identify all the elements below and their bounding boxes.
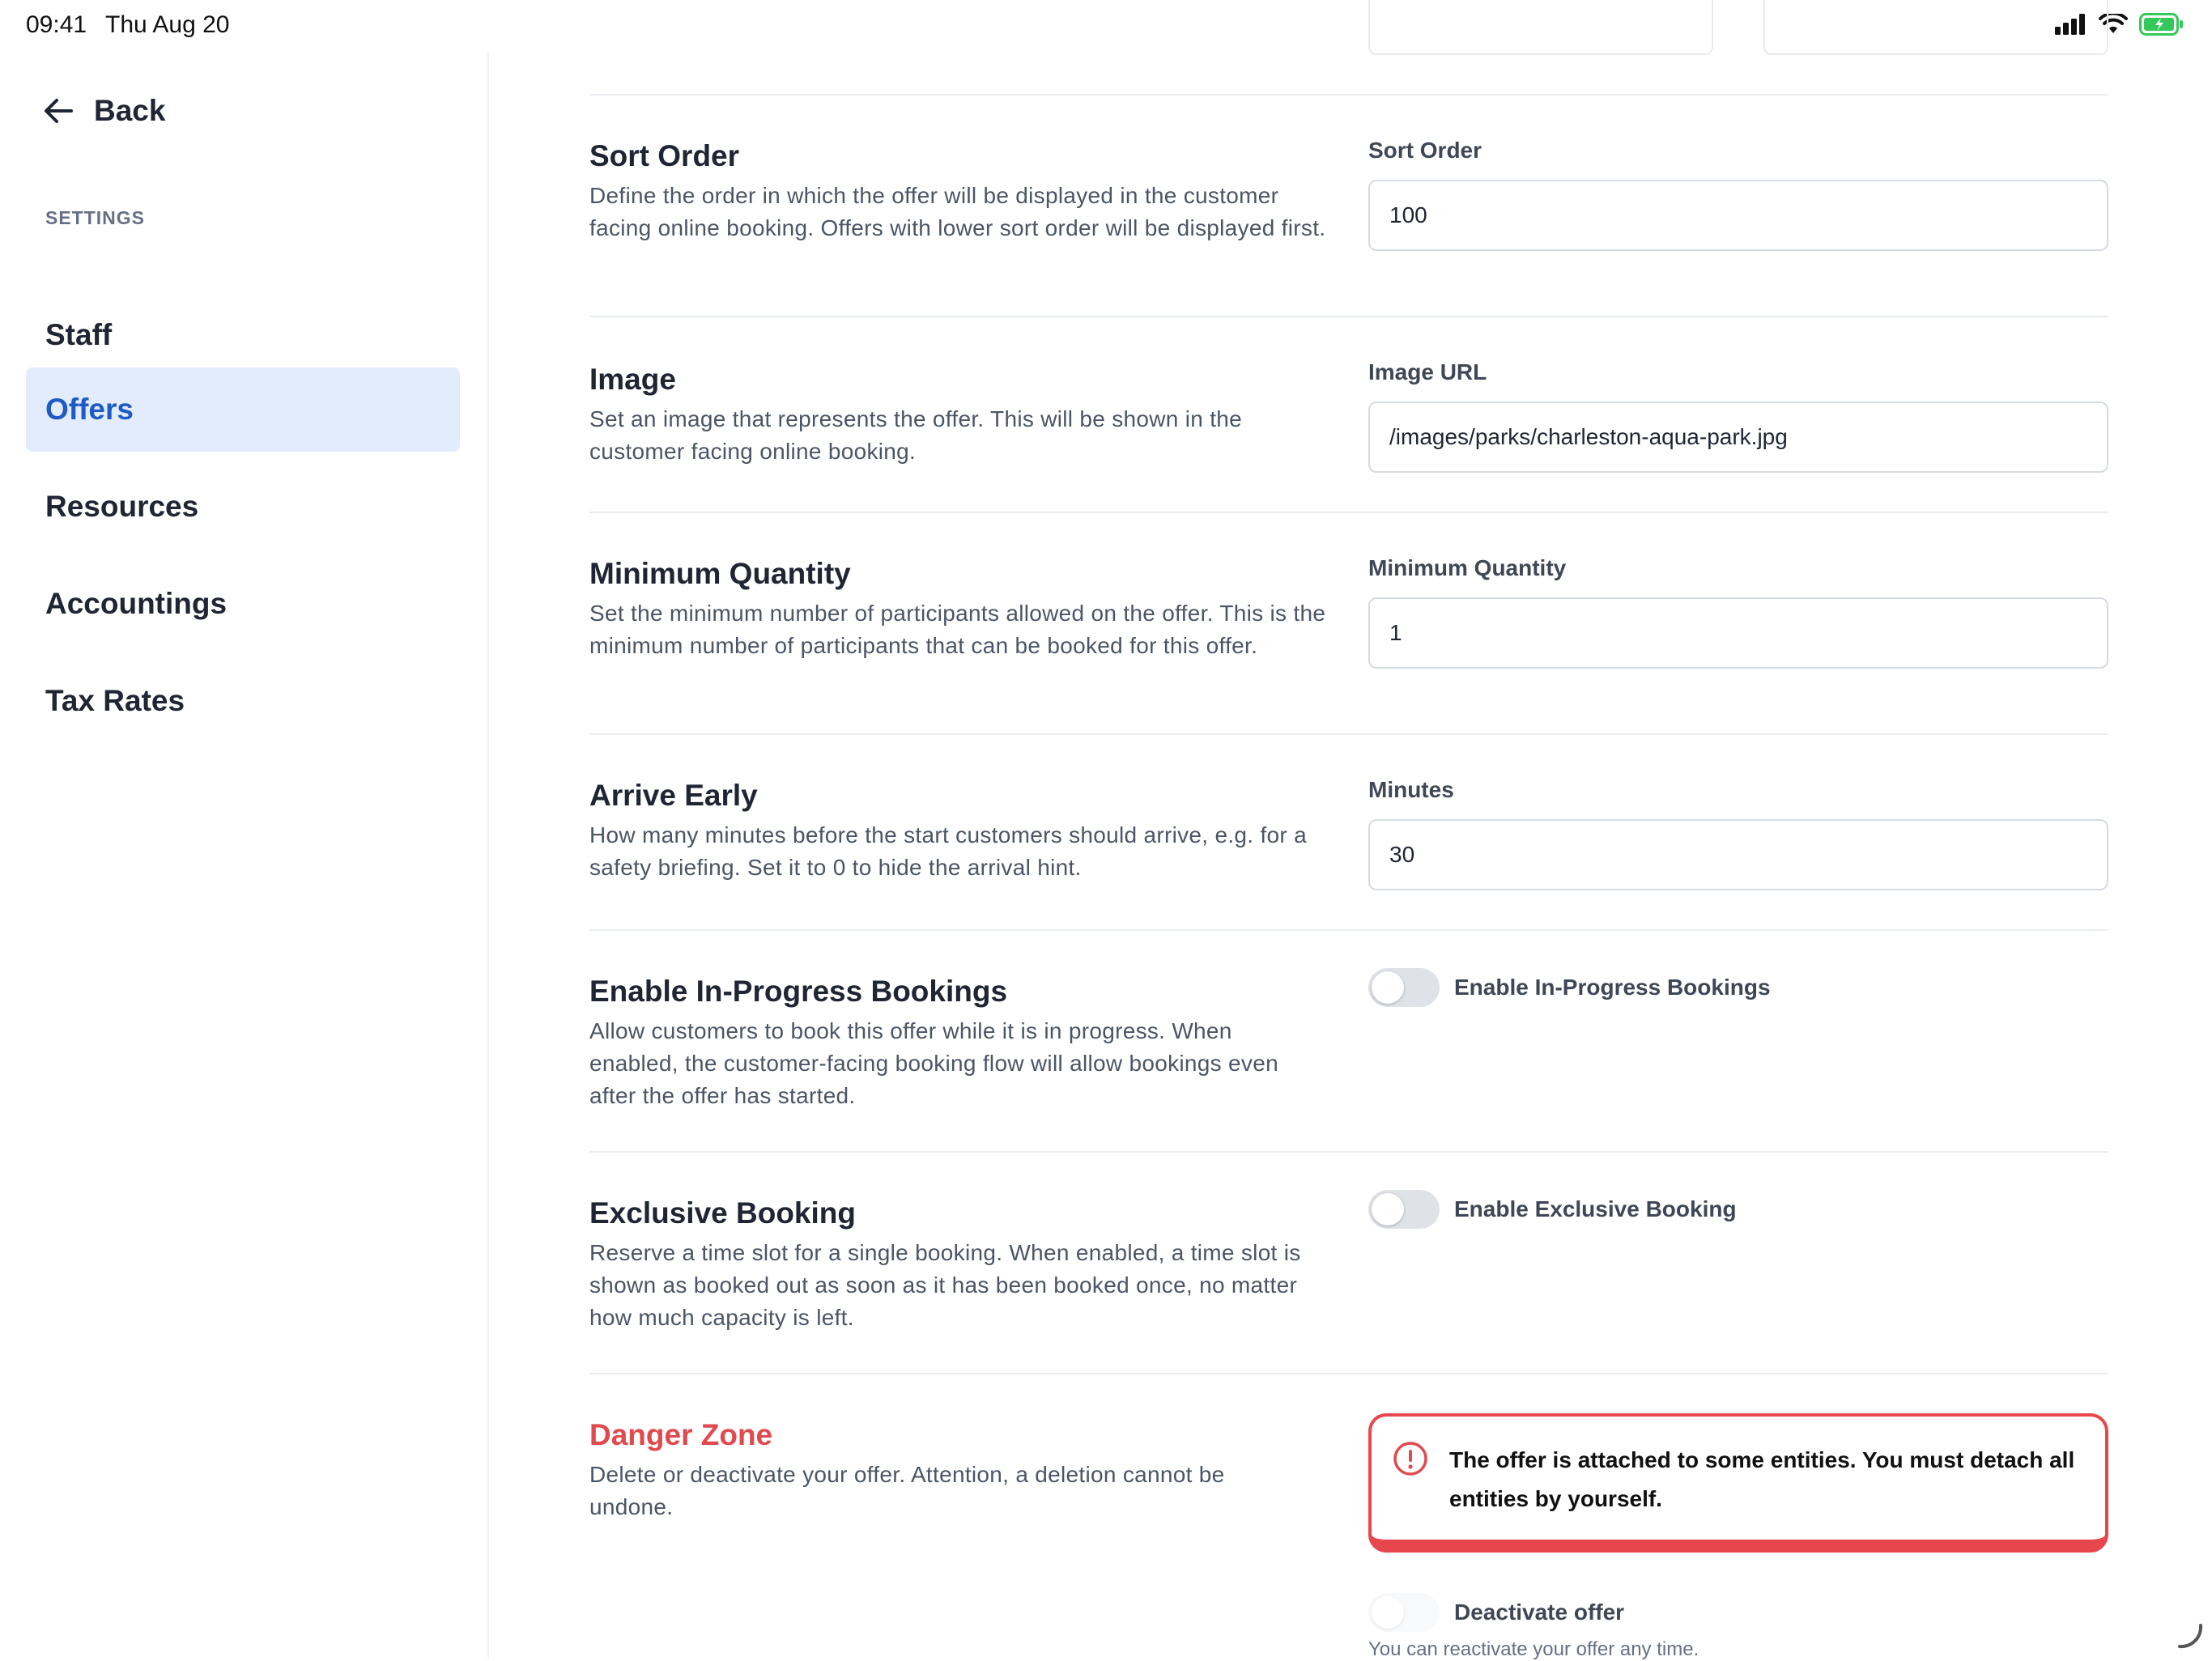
section-divider bbox=[589, 733, 2108, 735]
in-progress-bookings-toggle-row: Enable In-Progress Bookings bbox=[1368, 968, 1771, 1007]
in-progress-bookings-toggle[interactable] bbox=[1368, 968, 1440, 1007]
section-divider bbox=[589, 316, 2108, 317]
battery-icon bbox=[2139, 13, 2183, 36]
minimum-quantity-description: Set the minimum number of participants a… bbox=[589, 601, 1326, 658]
sort-order-input[interactable] bbox=[1368, 180, 2108, 251]
exclusive-booking-description: Reserve a time slot for a single booking… bbox=[589, 1240, 1301, 1330]
sort-order-label: Sort Order bbox=[1368, 138, 1482, 163]
exclusive-booking-title: Exclusive Booking bbox=[589, 1196, 856, 1230]
arrow-left-icon bbox=[45, 99, 73, 123]
sidebar-item-offers[interactable]: Offers bbox=[26, 367, 460, 452]
danger-alert: The offer is attached to some entities. … bbox=[1368, 1413, 2108, 1553]
minimum-quantity-input[interactable] bbox=[1368, 597, 2108, 669]
minimum-quantity-label: Minimum Quantity bbox=[1368, 555, 1567, 580]
sidebar: Back SETTINGS Staff Offers Resources Acc… bbox=[0, 52, 489, 1658]
sidebar-item-tax-rates[interactable]: Tax Rates bbox=[26, 659, 460, 743]
danger-alert-text: The offer is attached to some entities. … bbox=[1449, 1447, 2075, 1511]
arrive-early-title: Arrive Early bbox=[589, 779, 758, 812]
sidebar-item-staff[interactable]: Staff bbox=[26, 293, 460, 377]
sidebar-item-label: Accountings bbox=[45, 587, 228, 620]
arrive-early-description: How many minutes before the start custom… bbox=[589, 822, 1307, 880]
exclusive-booking-toggle-row: Enable Exclusive Booking bbox=[1368, 1190, 1737, 1229]
status-date: Thu Aug 20 bbox=[105, 11, 230, 38]
in-progress-bookings-description: Allow customers to book this offer while… bbox=[589, 1018, 1278, 1108]
sidebar-item-label: Resources bbox=[45, 490, 199, 523]
in-progress-bookings-toggle-label: Enable In-Progress Bookings bbox=[1454, 975, 1771, 1000]
danger-zone-description: Delete or deactivate your offer. Attenti… bbox=[589, 1462, 1225, 1519]
sidebar-item-resources[interactable]: Resources bbox=[26, 465, 460, 549]
toggle-knob bbox=[1372, 1596, 1404, 1629]
back-label: Back bbox=[94, 94, 166, 127]
section-divider bbox=[589, 929, 2108, 931]
back-button[interactable]: Back bbox=[42, 94, 165, 128]
image-url-label: Image URL bbox=[1368, 359, 1487, 384]
minutes-label: Minutes bbox=[1368, 777, 1454, 802]
toggle-knob bbox=[1372, 1193, 1404, 1226]
loading-spinner-icon bbox=[2178, 1624, 2203, 1649]
deactivate-offer-toggle[interactable] bbox=[1368, 1593, 1440, 1632]
sidebar-item-label: Staff bbox=[45, 318, 113, 351]
image-description: Set an image that represents the offer. … bbox=[589, 406, 1243, 464]
section-divider bbox=[589, 512, 2108, 513]
settings-section-label: SETTINGS bbox=[45, 207, 146, 228]
sidebar-item-accountings[interactable]: Accountings bbox=[26, 562, 460, 646]
section-divider bbox=[589, 1373, 2108, 1374]
exclusive-booking-toggle-label: Enable Exclusive Booking bbox=[1454, 1196, 1737, 1221]
sort-order-description: Define the order in which the offer will… bbox=[589, 183, 1326, 240]
sort-order-title: Sort Order bbox=[589, 139, 740, 172]
sidebar-item-label: Offers bbox=[45, 393, 134, 426]
offer-settings-form: Sort Order Define the order in which the… bbox=[589, 0, 2108, 1660]
minimum-quantity-title: Minimum Quantity bbox=[589, 557, 851, 590]
status-time: 09:41 bbox=[26, 11, 87, 38]
minutes-input[interactable] bbox=[1368, 819, 2108, 890]
in-progress-bookings-title: Enable In-Progress Bookings bbox=[589, 975, 1008, 1008]
toggle-knob bbox=[1372, 971, 1404, 1004]
deactivate-offer-toggle-row: Deactivate offer bbox=[1368, 1593, 1624, 1632]
section-divider bbox=[589, 94, 2108, 96]
exclusive-booking-toggle[interactable] bbox=[1368, 1190, 1440, 1229]
previous-field-input[interactable] bbox=[1763, 0, 2108, 55]
exclamation-circle-icon bbox=[1393, 1442, 1427, 1476]
danger-zone-title: Danger Zone bbox=[589, 1418, 773, 1451]
image-url-input[interactable] bbox=[1368, 401, 2108, 473]
section-divider bbox=[589, 1151, 2108, 1153]
sidebar-item-label: Tax Rates bbox=[45, 684, 185, 717]
image-title: Image bbox=[589, 363, 676, 396]
previous-field-input[interactable] bbox=[1368, 0, 1713, 55]
deactivate-offer-label: Deactivate offer bbox=[1454, 1599, 1625, 1625]
